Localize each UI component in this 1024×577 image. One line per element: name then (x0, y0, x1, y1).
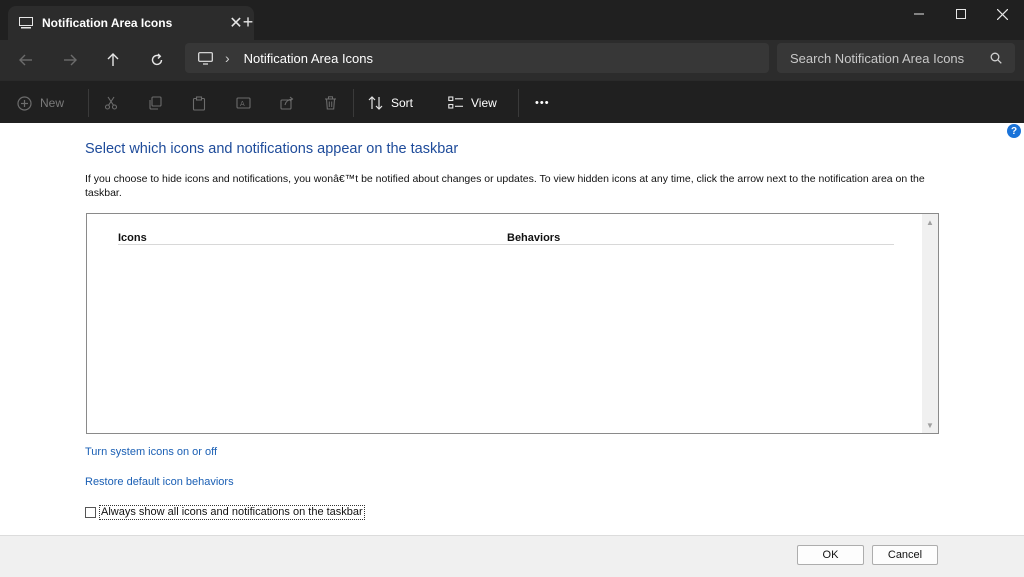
paste-icon[interactable] (192, 91, 206, 115)
rename-icon[interactable]: A (236, 91, 251, 115)
vertical-scrollbar[interactable]: ▲ ▼ (922, 214, 938, 433)
title-bar: Notification Area Icons ✕ + (0, 0, 1024, 40)
more-options-icon[interactable]: ••• (535, 91, 550, 115)
add-icon (17, 95, 32, 111)
page-title: Select which icons and notifications app… (85, 141, 459, 157)
delete-icon[interactable] (324, 91, 337, 115)
new-label: New (40, 96, 65, 110)
divider (518, 89, 519, 117)
monitor-icon (197, 50, 213, 66)
header-divider (118, 244, 894, 245)
refresh-icon[interactable] (143, 46, 171, 74)
view-label: View (471, 96, 497, 110)
scroll-up-icon[interactable]: ▲ (925, 218, 935, 227)
taskbar-icon (18, 15, 34, 31)
new-tab-button[interactable]: + (236, 10, 260, 34)
icons-list[interactable]: Icons Behaviors ▲ ▼ (86, 213, 939, 434)
help-icon[interactable]: ? (1007, 124, 1021, 138)
new-button[interactable]: New (17, 91, 64, 115)
sort-label: Sort (391, 96, 414, 110)
address-bar[interactable]: › Notification Area Icons (185, 43, 769, 73)
divider (88, 89, 89, 117)
share-icon[interactable] (280, 91, 294, 115)
always-show-checkbox-row[interactable]: Always show all icons and notifications … (85, 505, 365, 520)
explorer-window: Notification Area Icons ✕ + › Notificati… (0, 0, 1024, 577)
scroll-down-icon[interactable]: ▼ (925, 421, 935, 430)
view-button[interactable]: View (448, 91, 497, 115)
back-arrow-icon[interactable] (12, 46, 40, 74)
always-show-label[interactable]: Always show all icons and notifications … (99, 505, 365, 520)
search-input[interactable]: Search Notification Area Icons (790, 51, 989, 66)
restore-defaults-link[interactable]: Restore default icon behaviors (85, 476, 234, 488)
copy-icon[interactable] (148, 91, 162, 115)
close-window-button[interactable] (979, 0, 1024, 28)
column-header-behaviors[interactable]: Behaviors (507, 232, 560, 244)
view-icon (448, 96, 463, 109)
page-description: If you choose to hide icons and notifica… (85, 173, 925, 199)
maximize-button[interactable] (938, 0, 984, 28)
system-icons-link[interactable]: Turn system icons on or off (85, 446, 217, 458)
tab-title: Notification Area Icons (42, 16, 173, 30)
minimize-button[interactable] (896, 0, 942, 28)
ok-button[interactable]: OK (797, 545, 864, 565)
always-show-checkbox[interactable] (85, 507, 96, 518)
divider (353, 89, 354, 117)
breadcrumb[interactable]: Notification Area Icons (244, 51, 373, 66)
cut-icon[interactable] (104, 91, 118, 115)
tab-notification-area-icons[interactable]: Notification Area Icons ✕ (8, 6, 254, 40)
search-box[interactable]: Search Notification Area Icons (777, 43, 1015, 73)
search-icon[interactable] (989, 51, 1003, 65)
column-header-icons[interactable]: Icons (118, 232, 147, 244)
forward-arrow-icon[interactable] (56, 46, 84, 74)
command-bar: New A Sort View ••• (0, 80, 1024, 124)
breadcrumb-chevron-icon[interactable]: › (225, 50, 230, 66)
svg-text:A: A (240, 101, 245, 108)
sort-button[interactable]: Sort (368, 91, 413, 115)
up-arrow-icon[interactable] (99, 46, 127, 74)
sort-icon (368, 96, 383, 110)
cancel-button[interactable]: Cancel (872, 545, 938, 565)
dialog-footer (0, 535, 1024, 577)
